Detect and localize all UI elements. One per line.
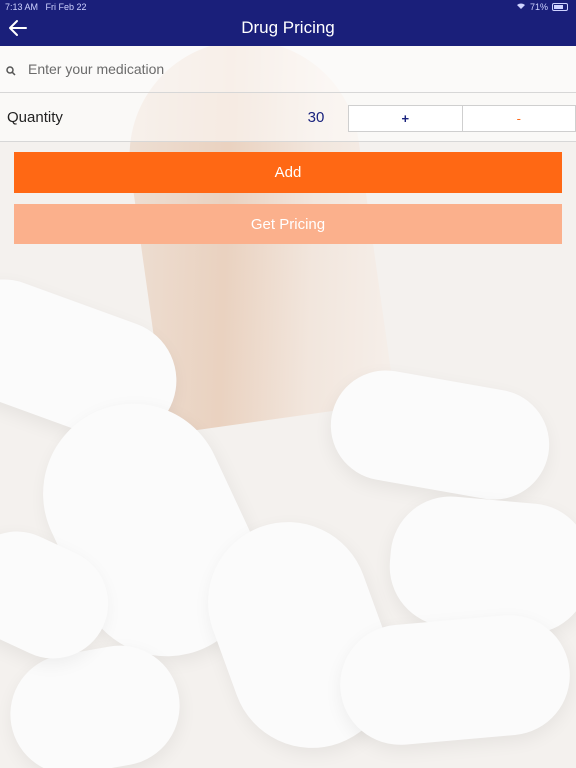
decrement-quantity-button[interactable]: - <box>462 106 575 131</box>
battery-icon <box>552 3 568 11</box>
add-button[interactable]: Add <box>14 152 562 193</box>
quantity-stepper: + - <box>348 105 576 132</box>
quantity-value: 30 <box>307 109 325 126</box>
search-bar <box>0 46 576 93</box>
medication-search-input[interactable] <box>26 56 550 82</box>
battery-percent: 71% <box>529 2 548 12</box>
status-time-text: 7:13 AM <box>5 2 39 12</box>
status-bar: 7:13 AM Fri Feb 22 71% <box>0 0 576 14</box>
page-title: Drug Pricing <box>241 18 335 37</box>
search-icon <box>6 63 16 76</box>
status-time: 7:13 AM Fri Feb 22 <box>5 2 87 12</box>
wifi-icon <box>516 2 526 12</box>
increment-quantity-button[interactable]: + <box>349 106 463 131</box>
quantity-row: Quantity 30 + - <box>0 93 576 142</box>
get-pricing-button[interactable]: Get Pricing <box>14 204 562 244</box>
navigation-bar: Drug Pricing <box>0 14 576 46</box>
quantity-label: Quantity <box>7 109 63 126</box>
status-date: Fri Feb 22 <box>45 2 87 12</box>
main-content: Quantity 30 + - Add Get Pricing <box>0 46 576 244</box>
